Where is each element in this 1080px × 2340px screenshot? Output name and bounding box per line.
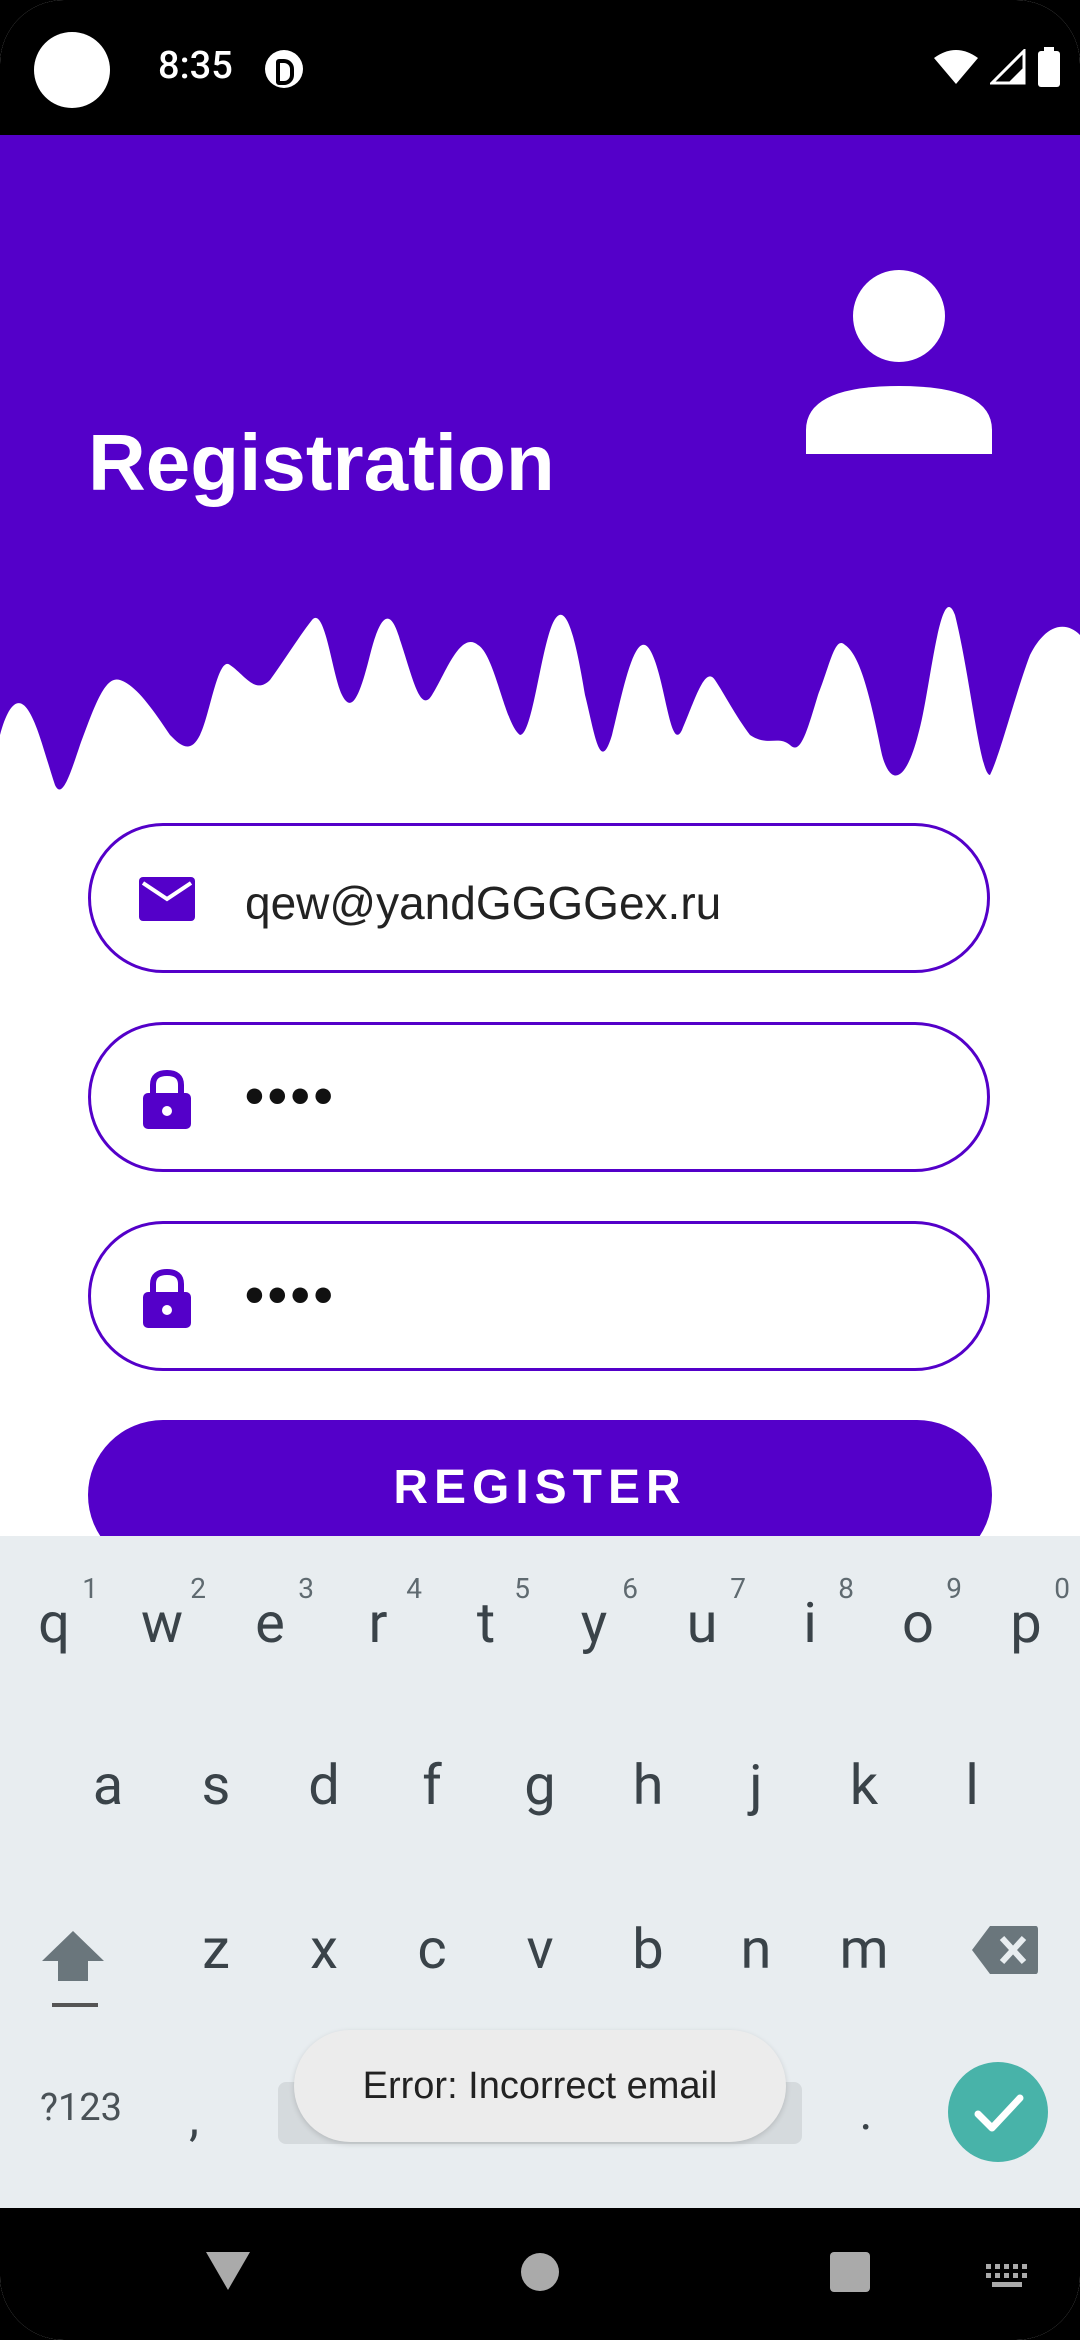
mail-icon [139, 877, 195, 921]
page-title: Registration [88, 418, 555, 507]
key-o[interactable]: o9 [864, 1572, 972, 1656]
key-label: y [580, 1590, 608, 1656]
key-label: p [1010, 1590, 1042, 1656]
wifi-icon [934, 50, 978, 84]
key-x[interactable]: x [270, 1916, 378, 1982]
lock-icon [143, 1268, 191, 1328]
key-v[interactable]: v [486, 1916, 594, 1982]
key-c[interactable]: c [378, 1916, 486, 1982]
error-toast: Error: Incorrect email [294, 2030, 786, 2142]
key-k[interactable]: k [810, 1752, 918, 1818]
symbols-key[interactable]: ?123 [26, 2086, 136, 2130]
key-label: o [902, 1590, 934, 1656]
key-hint: 7 [730, 1572, 746, 1605]
notification-icon [265, 50, 303, 88]
key-m[interactable]: m [810, 1916, 918, 1982]
checkmark-icon [974, 2094, 1024, 2132]
key-hint: 9 [946, 1572, 962, 1605]
key-hint: 5 [514, 1572, 530, 1605]
confirm-password-input-value[interactable]: •••• [245, 1264, 337, 1326]
email-field[interactable]: qew@yandGGGGex.ru [88, 823, 990, 973]
lock-icon [143, 1069, 191, 1129]
comma-key[interactable]: , [164, 2090, 224, 2148]
password-field[interactable]: •••• [88, 1022, 990, 1172]
key-r[interactable]: r4 [324, 1572, 432, 1656]
email-input-value[interactable]: qew@yandGGGGex.ru [245, 876, 721, 930]
person-icon [806, 270, 992, 454]
key-hint: 1 [82, 1572, 98, 1605]
key-hint: 0 [1054, 1572, 1070, 1605]
status-time: 8:35 [158, 44, 233, 88]
key-label: i [803, 1590, 817, 1656]
key-label: t [476, 1590, 496, 1656]
camera-cutout [34, 32, 110, 108]
key-i[interactable]: i8 [756, 1572, 864, 1656]
key-b[interactable]: b [594, 1916, 702, 1982]
password-input-value[interactable]: •••• [245, 1065, 337, 1127]
enter-key[interactable] [948, 2062, 1048, 2162]
key-a[interactable]: a [54, 1752, 162, 1818]
back-icon[interactable] [204, 2250, 252, 2292]
key-label: q [38, 1590, 70, 1656]
shift-key[interactable] [38, 1922, 108, 1992]
key-label: r [368, 1590, 388, 1656]
key-j[interactable]: j [702, 1752, 810, 1818]
key-n[interactable]: n [702, 1916, 810, 1982]
key-label: e [255, 1590, 285, 1656]
system-icons [934, 46, 1060, 88]
phone-screen: 8:35 Registration qew@yandGGGGex.ru ••••… [0, 0, 1080, 2340]
key-hint: 4 [406, 1572, 422, 1605]
key-u[interactable]: u7 [648, 1572, 756, 1656]
key-hint: 3 [298, 1572, 314, 1605]
key-g[interactable]: g [486, 1752, 594, 1818]
key-f[interactable]: f [378, 1752, 486, 1818]
key-h[interactable]: h [594, 1752, 702, 1818]
key-p[interactable]: p0 [972, 1572, 1080, 1656]
key-s[interactable]: s [162, 1752, 270, 1818]
key-label: u [686, 1590, 718, 1656]
keyboard-switch-icon[interactable] [986, 2264, 1028, 2288]
navigation-bar [0, 2208, 1080, 2340]
key-d[interactable]: d [270, 1752, 378, 1818]
status-bar: 8:35 [0, 0, 1080, 135]
confirm-password-field[interactable]: •••• [88, 1221, 990, 1371]
backspace-key[interactable] [970, 1924, 1040, 1976]
period-key[interactable]: . [836, 2084, 896, 2142]
key-t[interactable]: t5 [432, 1572, 540, 1656]
recents-icon[interactable] [830, 2252, 870, 2292]
key-hint: 8 [838, 1572, 854, 1605]
key-label: w [140, 1590, 184, 1656]
header-banner: Registration [0, 135, 1080, 795]
key-hint: 2 [190, 1572, 206, 1605]
key-w[interactable]: w2 [108, 1572, 216, 1656]
home-icon[interactable] [520, 2252, 560, 2292]
key-z[interactable]: z [162, 1916, 270, 1982]
key-e[interactable]: e3 [216, 1572, 324, 1656]
key-y[interactable]: y6 [540, 1572, 648, 1656]
key-l[interactable]: l [918, 1752, 1026, 1818]
battery-icon [1038, 47, 1060, 87]
signal-icon [990, 49, 1026, 85]
key-hint: 6 [622, 1572, 638, 1605]
shift-indicator [52, 2003, 98, 2007]
key-q[interactable]: q1 [0, 1572, 108, 1656]
